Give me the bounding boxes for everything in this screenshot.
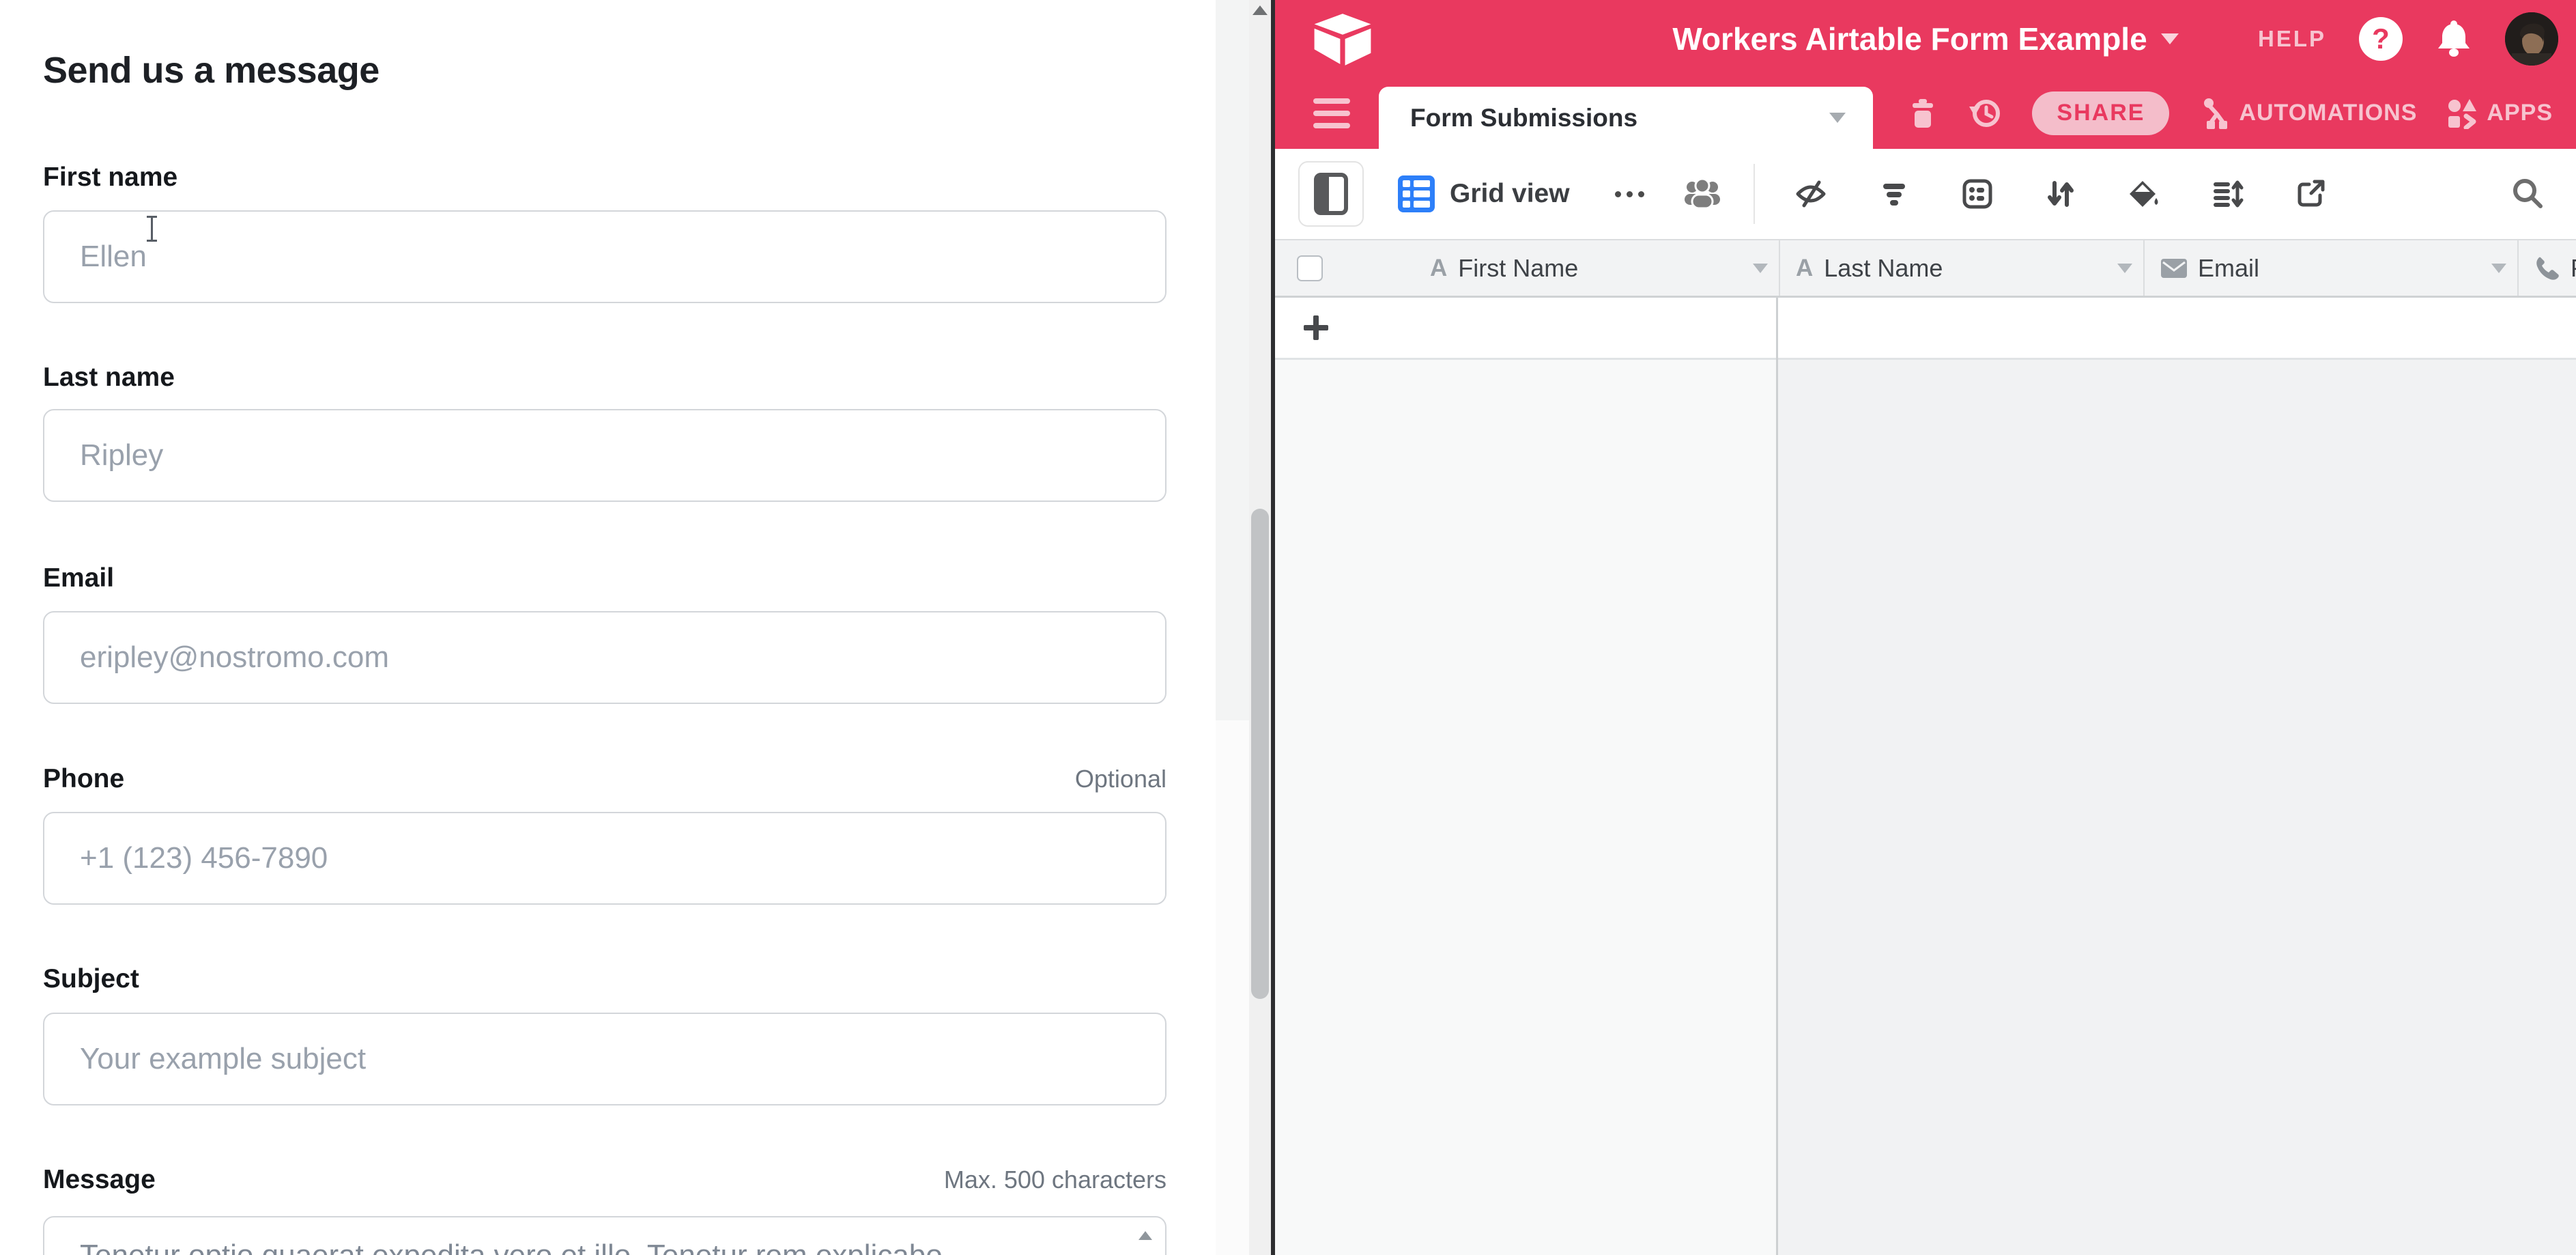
grid-header-row: A First Name A Last Name Email Phone: [1275, 239, 2576, 298]
view-name: Grid view: [1450, 179, 1570, 209]
contact-form-pane: Send us a message First name Last name E…: [0, 0, 1271, 1255]
grid-body-right: [1776, 360, 2576, 1255]
group-icon[interactable]: [1961, 178, 1994, 210]
message-scrollbar[interactable]: [1134, 1226, 1157, 1255]
table-tab-label: Form Submissions: [1410, 104, 1637, 132]
phone-label-row: Phone Optional: [43, 764, 1167, 794]
row-height-icon[interactable]: [2211, 178, 2244, 210]
email-label: Email: [43, 563, 114, 593]
sidebar-toggle-button[interactable]: [1298, 161, 1364, 227]
first-name-input[interactable]: [43, 210, 1167, 303]
avatar[interactable]: [2505, 12, 2558, 66]
text-cursor-ibeam: [151, 216, 153, 242]
chevron-down-icon[interactable]: [2161, 33, 2179, 44]
email-label-row: Email: [43, 563, 1167, 593]
column-name: First Name: [1458, 254, 1578, 283]
column-divider: [1776, 298, 1778, 1255]
apps-button[interactable]: APPS: [2447, 98, 2553, 129]
column-name: Last Name: [1824, 254, 1943, 283]
plus-icon[interactable]: [1304, 315, 1328, 340]
message-label: Message: [43, 1165, 156, 1195]
history-icon[interactable]: [1968, 97, 2002, 130]
sort-icon[interactable]: [2044, 178, 2077, 210]
column-header-phone[interactable]: Phone: [2519, 240, 2576, 296]
phone-field-icon: [2534, 255, 2560, 281]
apps-label: APPS: [2487, 100, 2553, 126]
first-name-label: First name: [43, 163, 177, 193]
message-text: Tenetur optio quaerat expedita vero et i…: [80, 1235, 1090, 1255]
chevron-down-icon[interactable]: [1829, 113, 1846, 123]
airtable-window: Workers Airtable Form Example HELP ?: [1275, 0, 2576, 1255]
chevron-down-icon[interactable]: [1753, 264, 1768, 273]
table-tab-bar: Form Submissions SHARE: [1275, 77, 2576, 149]
view-switcher[interactable]: Grid view: [1398, 175, 1570, 212]
collaborators-icon[interactable]: [1684, 178, 1721, 210]
toolbar-divider: [1754, 164, 1755, 224]
chevron-down-icon[interactable]: [2117, 264, 2132, 273]
browser-scrollbar-thumb[interactable]: [1251, 509, 1269, 999]
color-icon[interactable]: [2128, 178, 2160, 210]
scroll-up-arrow-icon[interactable]: [1253, 5, 1268, 15]
subject-field[interactable]: [43, 1013, 1167, 1105]
help-button[interactable]: HELP: [2258, 26, 2326, 52]
message-textarea[interactable]: Tenetur optio quaerat expedita vero et i…: [43, 1216, 1167, 1255]
tab-form-submissions[interactable]: Form Submissions: [1379, 87, 1873, 149]
column-name: Phone: [2571, 254, 2576, 283]
share-button[interactable]: SHARE: [2032, 91, 2169, 135]
base-title[interactable]: Workers Airtable Form Example: [1672, 20, 2147, 57]
airtable-topbar: Workers Airtable Form Example HELP ?: [1275, 0, 2576, 77]
row-gutter: [1275, 240, 1392, 296]
browser-scrollbar[interactable]: [1249, 0, 1271, 1255]
filter-icon[interactable]: [1878, 178, 1910, 210]
last-name-label-row: Last name: [43, 363, 1167, 393]
chevron-down-icon[interactable]: [2491, 264, 2506, 273]
help-question-icon[interactable]: ?: [2359, 17, 2403, 61]
toolbar-icons: [1794, 178, 2327, 210]
scroll-up-arrow-icon[interactable]: [1139, 1231, 1152, 1240]
hide-fields-icon[interactable]: [1794, 178, 1827, 210]
bell-icon[interactable]: [2435, 20, 2472, 58]
phone-field[interactable]: [43, 812, 1167, 905]
message-label-row: Message Max. 500 characters: [43, 1165, 1167, 1195]
apps-icon: [2447, 98, 2477, 129]
add-record-row[interactable]: [1275, 298, 2576, 360]
message-maxlength-note: Max. 500 characters: [944, 1166, 1167, 1194]
column-header-last-name[interactable]: A Last Name: [1780, 240, 2145, 296]
last-name-input[interactable]: [43, 409, 1167, 502]
email-field-icon: [2161, 259, 2187, 278]
page-title: Send us a message: [43, 49, 380, 91]
automations-button[interactable]: AUTOMATIONS: [2199, 98, 2417, 129]
topbar-actions: HELP ?: [2258, 0, 2558, 77]
automations-label: AUTOMATIONS: [2239, 100, 2417, 126]
column-name: Email: [2198, 254, 2259, 283]
last-name-label: Last name: [43, 363, 175, 393]
view-toolbar: Grid view: [1275, 149, 2576, 239]
email-field[interactable]: [43, 611, 1167, 704]
page-gutter: [1216, 720, 1249, 1255]
phone-label: Phone: [43, 764, 124, 794]
grid-body-left: [1275, 360, 1776, 1255]
subject-label-row: Subject: [43, 964, 1167, 994]
page-gutter: [1216, 0, 1249, 720]
text-field-icon: A: [1796, 255, 1813, 282]
column-header-email[interactable]: Email: [2145, 240, 2519, 296]
subject-label: Subject: [43, 964, 139, 994]
text-field-icon: A: [1430, 255, 1447, 282]
phone-optional-note: Optional: [1075, 765, 1167, 793]
trash-icon[interactable]: [1908, 98, 1938, 129]
automations-icon: [2199, 98, 2229, 129]
tabbar-actions: SHARE AUTOMATIONS APPS: [1908, 77, 2553, 149]
first-name-label-row: First name: [43, 163, 1167, 193]
more-options-icon[interactable]: [1615, 191, 1644, 197]
share-view-icon[interactable]: [2294, 178, 2327, 210]
select-all-checkbox[interactable]: [1297, 255, 1323, 281]
grid-view-icon: [1398, 175, 1435, 212]
search-icon[interactable]: [2510, 176, 2545, 210]
panel-left-icon: [1314, 173, 1348, 215]
column-header-first-name[interactable]: A First Name: [1392, 240, 1780, 296]
share-button-label: SHARE: [2057, 100, 2145, 126]
hamburger-menu-icon[interactable]: [1313, 98, 1350, 128]
